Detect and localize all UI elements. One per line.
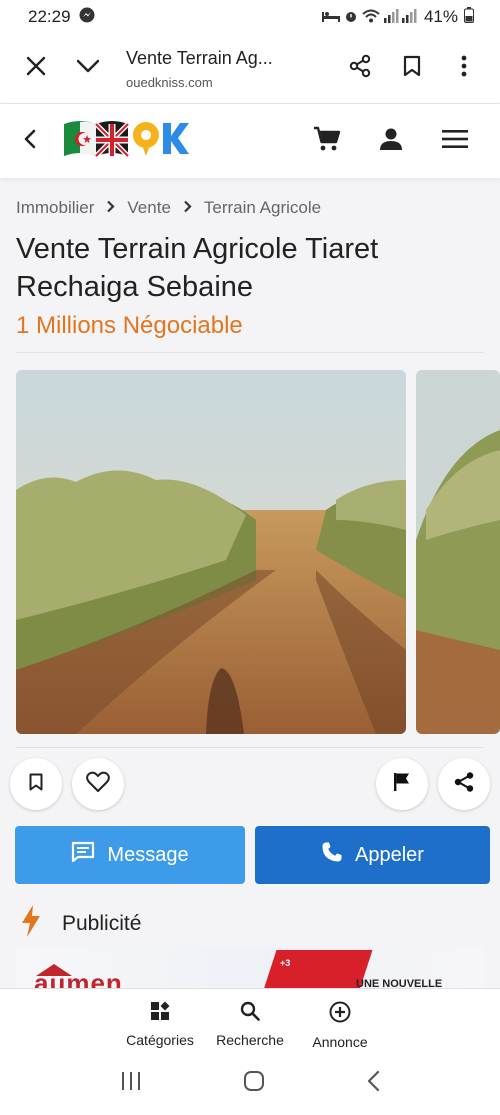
save-listing-button[interactable] (10, 758, 62, 810)
cart-icon (313, 126, 341, 157)
listing-price: 1 Millions Négociable (16, 312, 484, 353)
nav-post-ad-label: Annonce (312, 1034, 368, 1050)
listing-photo-next[interactable] (416, 370, 500, 734)
bookmark-icon (29, 773, 43, 796)
add-circle-icon (329, 1001, 351, 1028)
browser-bookmark-button[interactable] (386, 43, 438, 95)
account-button[interactable] (368, 118, 414, 164)
nav-categories[interactable]: Catégories (126, 989, 194, 1052)
favorite-button[interactable] (72, 758, 124, 810)
breadcrumb-item[interactable]: Immobilier (16, 198, 94, 218)
chevron-right-icon (106, 200, 115, 217)
home-icon (243, 1071, 265, 1096)
listing-actions (10, 758, 490, 812)
divider (16, 747, 484, 748)
status-icons (321, 8, 418, 26)
status-time: 22:29 (28, 7, 71, 26)
battery-percent: 41% (423, 7, 458, 26)
lightning-icon (20, 904, 42, 943)
share-icon (348, 54, 372, 83)
search-icon (240, 1001, 260, 1026)
message-button-label: Message (107, 843, 189, 866)
page-tab-title: Vente Terrain Ag... (126, 47, 273, 68)
battery-icon (464, 6, 474, 28)
chevron-down-icon (76, 59, 100, 78)
phone-icon (321, 841, 343, 869)
photo-gallery[interactable] (16, 370, 500, 734)
browser-share-button[interactable] (334, 43, 386, 95)
menu-button[interactable] (432, 118, 478, 164)
account-icon (379, 127, 403, 156)
alarm-icon (344, 9, 358, 26)
site-header (0, 104, 500, 178)
back-icon (366, 1070, 380, 1096)
bottom-navigation: Catégories Recherche Annonce (0, 988, 500, 1052)
collapse-button[interactable] (62, 43, 114, 95)
call-button[interactable]: Appeler (255, 826, 490, 884)
bed-icon (321, 10, 340, 25)
system-navigation (0, 1052, 500, 1115)
message-icon (71, 841, 95, 869)
listing-content: Immobilier Vente Terrain Agricole Vente … (16, 178, 484, 353)
url-block[interactable]: Vente Terrain Ag... ouedkniss.com (114, 48, 334, 90)
heart-icon (86, 771, 110, 798)
cart-button[interactable] (304, 118, 350, 164)
site-logo[interactable] (60, 118, 190, 165)
recent-apps-icon (120, 1072, 142, 1095)
close-tab-button[interactable] (10, 43, 62, 95)
nav-post-ad[interactable]: Annonce (307, 989, 373, 1052)
signal-icon (383, 8, 418, 26)
flag-logo-icon (60, 118, 130, 165)
home-button[interactable] (243, 1070, 265, 1097)
ok-logo-icon (130, 118, 190, 165)
browser-toolbar: Vente Terrain Ag... ouedkniss.com (0, 34, 500, 104)
share-icon (453, 771, 475, 798)
wifi-icon (362, 9, 380, 26)
back-button[interactable] (0, 104, 60, 178)
recent-apps-button[interactable] (120, 1071, 142, 1096)
message-button[interactable]: Message (15, 826, 245, 884)
ad-section-header: Publicité (20, 904, 141, 943)
messenger-icon (79, 7, 95, 28)
browser-more-button[interactable] (438, 43, 490, 95)
nav-categories-label: Catégories (126, 1032, 194, 1048)
flag-icon (393, 772, 411, 797)
close-icon (25, 55, 47, 82)
chevron-left-icon (24, 129, 36, 154)
menu-icon (442, 129, 468, 154)
page-domain: ouedkniss.com (126, 74, 213, 90)
report-button[interactable] (376, 758, 428, 810)
call-button-label: Appeler (355, 843, 424, 866)
system-back-button[interactable] (366, 1070, 380, 1097)
breadcrumb: Immobilier Vente Terrain Agricole (16, 198, 484, 218)
categories-icon (150, 1001, 170, 1026)
listing-photo[interactable] (16, 370, 406, 734)
chevron-right-icon (183, 200, 192, 217)
bookmark-icon (403, 55, 421, 82)
nav-search-label: Recherche (216, 1032, 284, 1048)
share-listing-button[interactable] (438, 758, 490, 810)
listing-title: Vente Terrain Agricole Tiaret Rechaiga S… (16, 233, 379, 303)
more-icon (461, 55, 467, 82)
ad-promo-text: +3 (280, 958, 291, 968)
breadcrumb-item[interactable]: Vente (127, 198, 171, 218)
nav-search[interactable]: Recherche (216, 989, 284, 1052)
contact-actions: Message Appeler (15, 826, 490, 884)
status-bar: 22:29 41% (0, 0, 500, 34)
ad-section-label: Publicité (62, 911, 142, 935)
breadcrumb-item[interactable]: Terrain Agricole (204, 198, 321, 218)
